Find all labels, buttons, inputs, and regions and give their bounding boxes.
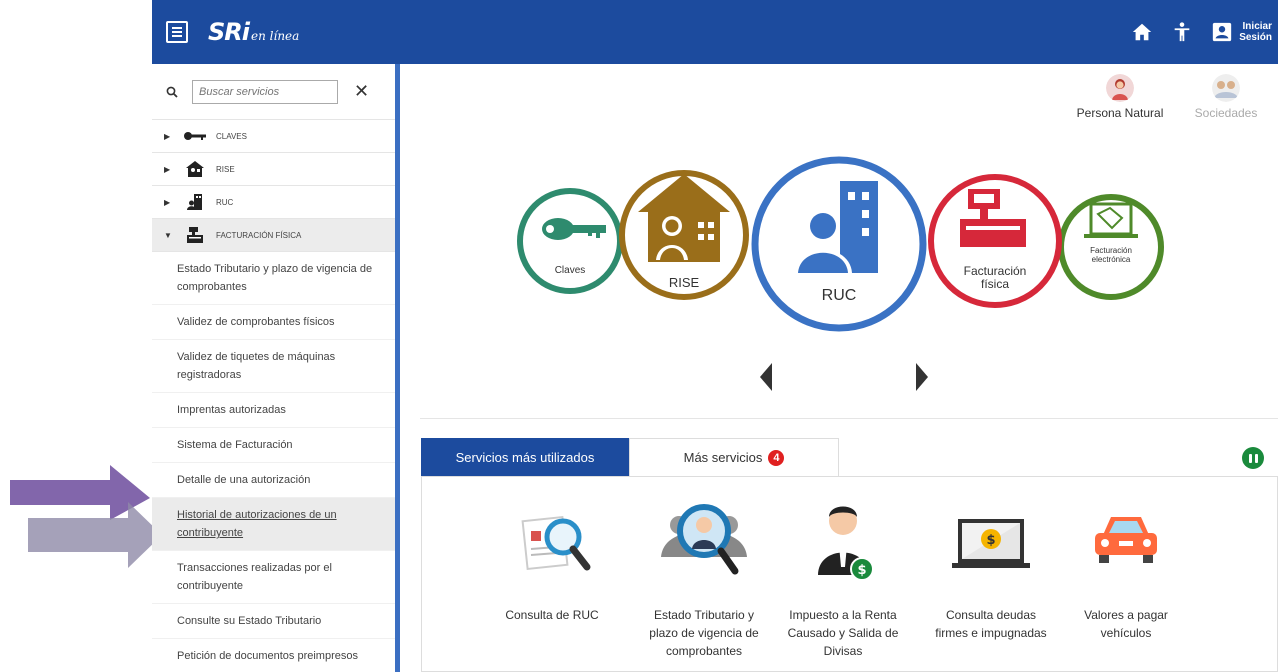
category-label: CLAVES: [216, 131, 247, 141]
caret-right-icon: ▶: [164, 197, 171, 207]
service-label: Valores a pagar vehículos: [1084, 608, 1168, 640]
pause-icon[interactable]: [1242, 447, 1264, 469]
person-search-icon: [661, 504, 747, 575]
sidebar-item-imprentas[interactable]: Imprentas autorizadas: [152, 393, 395, 428]
tab-label: Servicios más utilizados: [455, 449, 595, 465]
sidebar-item-sistema-facturacion[interactable]: Sistema de Facturación: [152, 428, 395, 463]
building-icon: [182, 192, 208, 212]
sidebar-item-label: Detalle de una autorización: [177, 474, 311, 486]
sidebar-item-label: Petición de documentos preimpresos: [177, 650, 358, 662]
persona-label: Persona Natural: [1076, 106, 1164, 120]
svg-text:$: $: [857, 563, 866, 578]
carousel-graphics: [517, 156, 1164, 332]
sidebar-item-label: Validez de comprobantes físicos: [177, 316, 335, 328]
group-avatar-icon: [1212, 74, 1240, 102]
search-icon[interactable]: [166, 86, 178, 98]
sidebar-item-estado-tributario-consulta[interactable]: Consulte su Estado Tributario: [152, 604, 395, 639]
sidebar-item-label: Imprentas autorizadas: [177, 404, 286, 416]
laptop-invoice-icon: [1084, 202, 1138, 238]
logo-main-text: SRi: [208, 18, 250, 46]
person-avatar-icon: [1106, 74, 1134, 102]
service-label: Estado Tributario y plazo de vigencia de…: [649, 608, 759, 658]
service-label: Impuesto a la Renta Causado y Salida de …: [787, 608, 899, 658]
category-label: RISE: [216, 164, 235, 174]
tab-mas-servicios[interactable]: Más servicios 4: [629, 438, 839, 476]
services-tabs: Servicios más utilizados Más servicios 4: [421, 438, 839, 476]
page: SRi en línea Iniciar Sesión Buscar servi…: [0, 0, 1278, 672]
sidebar-category-rise[interactable]: ▶ RISE: [152, 153, 395, 186]
carousel-prev-arrow[interactable]: [760, 363, 772, 391]
sidebar-item-historial-autorizaciones[interactable]: Historial de autorizaciones de un contri…: [152, 498, 395, 551]
carousel-item-claves[interactable]: [517, 188, 623, 294]
service-label: Consulta deudas firmes e impugnadas: [935, 608, 1047, 640]
search-input[interactable]: [192, 79, 338, 104]
house-icon: [182, 159, 208, 179]
logo-sub-text: en línea: [251, 29, 300, 43]
carousel-next-arrow[interactable]: [916, 363, 928, 391]
category-label: RUC: [216, 197, 234, 207]
businessman-money-icon: $: [818, 506, 874, 581]
services-sidebar: ✕ ▶ CLAVES ▶ RISE ▶ RUC ▼: [152, 64, 396, 672]
carousel-label-rise: RISE: [668, 275, 700, 290]
sidebar-search-row: ✕: [152, 64, 395, 120]
sidebar-item-label: Transacciones realizadas por el contribu…: [177, 562, 332, 592]
sidebar-category-facturacion-fisica[interactable]: ▼ FACTURACIÓN FÍSICA: [152, 219, 395, 252]
svg-text:$: $: [986, 533, 995, 548]
top-navigation-bar: SRi en línea Iniciar Sesión: [152, 0, 1278, 64]
service-estado-tributario[interactable]: Estado Tributario y plazo de vigencia de…: [644, 497, 764, 660]
service-consulta-ruc[interactable]: Consulta de RUC: [492, 497, 612, 624]
persona-label: Sociedades: [1194, 106, 1258, 120]
sidebar-item-peticion-documentos[interactable]: Petición de documentos preimpresos: [152, 639, 395, 672]
sidebar-item-validez-comprobantes[interactable]: Validez de comprobantes físicos: [152, 305, 395, 340]
sidebar-category-claves[interactable]: ▶ CLAVES: [152, 120, 395, 153]
sociedades-button[interactable]: Sociedades: [1176, 74, 1276, 120]
car-icon: [1095, 517, 1157, 563]
login-line1: Iniciar: [1242, 21, 1272, 32]
category-label: FACTURACIÓN FÍSICA: [216, 230, 302, 240]
sidebar-item-label: Sistema de Facturación: [177, 439, 293, 451]
caret-right-icon: ▶: [164, 131, 171, 141]
carousel-label-claves: Claves: [554, 265, 586, 276]
login-line2: Sesión: [1239, 32, 1272, 43]
cash-register-icon: [182, 225, 208, 245]
sidebar-item-validez-tiquetes[interactable]: Validez de tiquetes de máquinas registra…: [152, 340, 395, 393]
login-button[interactable]: Iniciar Sesión: [1211, 21, 1272, 43]
services-carousel: Claves RISE RUC Facturación física Factu…: [400, 134, 1278, 414]
carousel-label-ruc: RUC: [821, 287, 857, 304]
persona-natural-button[interactable]: Persona Natural: [1070, 74, 1170, 120]
tab-label: Más servicios: [683, 450, 763, 465]
tab-servicios-mas-utilizados[interactable]: Servicios más utilizados: [421, 438, 629, 476]
sri-logo[interactable]: SRi en línea: [208, 18, 299, 46]
sidebar-item-label: Consulte su Estado Tributario: [177, 615, 322, 627]
service-label: Consulta de RUC: [505, 608, 599, 622]
caret-right-icon: ▶: [164, 164, 171, 174]
sidebar-category-ruc[interactable]: ▶ RUC: [152, 186, 395, 219]
sidebar-item-estado-tributario[interactable]: Estado Tributario y plazo de vigencia de…: [152, 252, 395, 305]
service-impuesto-renta[interactable]: $ Impuesto a la Renta Causado y Salida d…: [783, 497, 903, 660]
service-consulta-deudas[interactable]: $ Consulta deudas firmes e impugnadas: [931, 497, 1051, 642]
menu-toggle-icon[interactable]: [166, 21, 188, 43]
annotation-arrows: [10, 465, 160, 568]
document-search-icon: [521, 515, 591, 571]
carousel-label-facturacion-electronica: Facturación electrónica: [1090, 246, 1132, 264]
sidebar-item-transacciones[interactable]: Transacciones realizadas por el contribu…: [152, 551, 395, 604]
laptop-money-icon: $: [952, 519, 1030, 568]
home-icon[interactable]: [1131, 21, 1153, 43]
sidebar-item-detalle-autorizacion[interactable]: Detalle de una autorización: [152, 463, 395, 498]
user-card-icon: [1213, 22, 1232, 42]
sidebar-item-label: Validez de tiquetes de máquinas registra…: [177, 351, 336, 381]
close-icon[interactable]: ✕: [354, 81, 369, 102]
services-panel: Consulta de RUC Estado Tributario y plaz…: [421, 476, 1278, 672]
notification-badge: 4: [768, 449, 785, 466]
carousel-label-facturacion-fisica: Facturación física: [963, 264, 1027, 291]
accessibility-icon[interactable]: [1171, 21, 1193, 43]
sidebar-item-label: Historial de autorizaciones de un contri…: [177, 509, 337, 539]
section-divider: [420, 418, 1278, 419]
key-icon: [182, 126, 208, 146]
main-content: Persona Natural Sociedades Claves RISE R…: [400, 64, 1278, 672]
service-valores-vehiculos[interactable]: Valores a pagar vehículos: [1066, 497, 1186, 642]
caret-down-icon: ▼: [164, 230, 172, 240]
sidebar-item-label: Estado Tributario y plazo de vigencia de…: [177, 263, 373, 293]
